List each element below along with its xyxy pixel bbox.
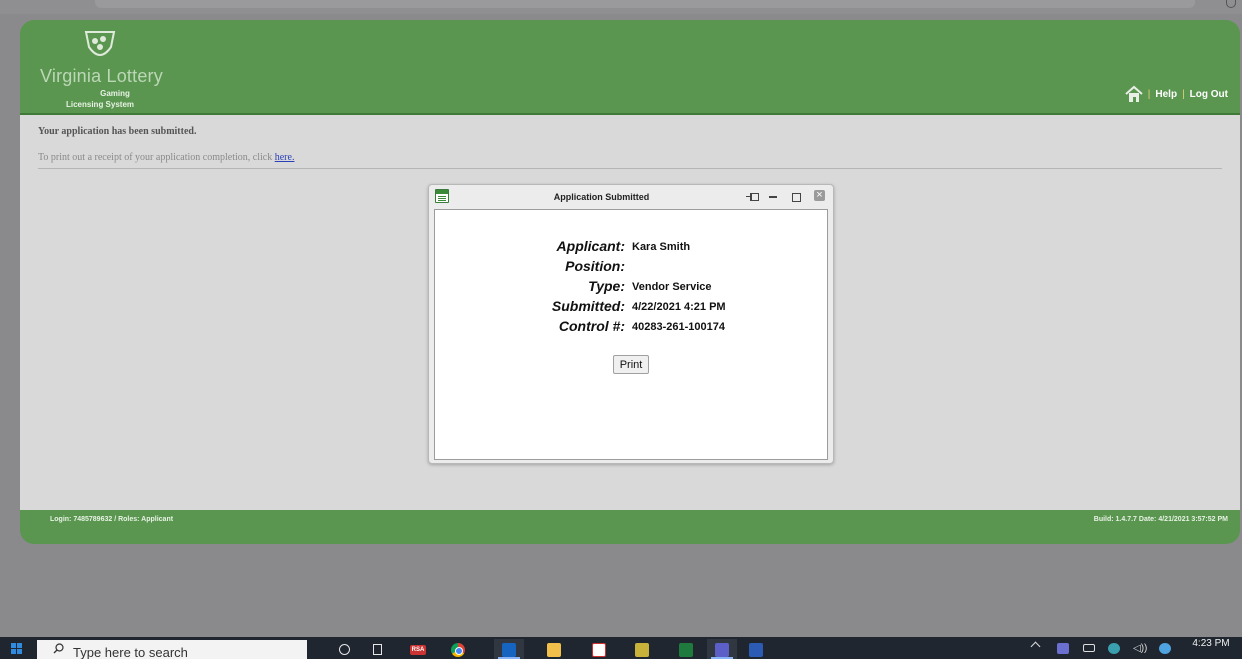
header-nav: | Help | Log Out <box>1125 84 1228 104</box>
profile-icon[interactable] <box>1226 0 1236 8</box>
pin-icon[interactable] <box>746 191 759 203</box>
brand-subtitle-gaming: Gaming <box>100 89 130 98</box>
submitted-row: Submitted: 4/22/2021 4:21 PM <box>435 298 829 318</box>
excel-icon[interactable] <box>671 639 701 659</box>
login-info: Login: 7485789632 / Roles: Applicant <box>50 516 174 523</box>
home-icon[interactable] <box>1125 85 1143 103</box>
network-icon[interactable] <box>1108 643 1120 654</box>
cortana-icon[interactable] <box>329 639 359 659</box>
system-tray: ◁)) 4:23 PM <box>1012 637 1242 659</box>
receipt-text: To print out a receipt of your applicati… <box>38 152 273 163</box>
control-number-value: 40283-261-100174 <box>632 321 725 333</box>
lottery-logo-icon <box>84 31 116 56</box>
receipt-instruction: To print out a receipt of your applicati… <box>38 152 294 163</box>
outlook-icon[interactable] <box>494 639 524 659</box>
taskbar-clock[interactable]: 4:23 PM <box>1182 638 1240 649</box>
applicant-row: Applicant: Kara Smith <box>435 238 829 258</box>
receipt-here-link[interactable]: here. <box>275 152 295 163</box>
print-button[interactable]: Print <box>613 355 649 374</box>
dialog-body: Applicant: Kara Smith Position: Type: Ve… <box>434 209 828 460</box>
close-icon[interactable] <box>814 190 826 203</box>
chrome-icon[interactable] <box>443 639 473 659</box>
onedrive-icon[interactable] <box>1159 643 1171 654</box>
file-explorer-icon[interactable] <box>539 639 569 659</box>
applicant-value: Kara Smith <box>632 241 691 253</box>
submitted-value: 4/22/2021 4:21 PM <box>632 301 726 313</box>
divider <box>38 168 1222 169</box>
taskbar-search-box[interactable]: Type here to search <box>37 640 307 659</box>
type-value: Vendor Service <box>632 281 712 293</box>
windows-taskbar: Type here to search RSA ◁)) 4:23 PM <box>0 637 1242 659</box>
brand-subtitle-system: Licensing System <box>65 100 135 109</box>
address-bar[interactable] <box>95 0 1195 8</box>
minimize-icon[interactable] <box>768 191 780 203</box>
logout-link[interactable]: Log Out <box>1190 89 1228 100</box>
control-number-label: Control #: <box>558 318 625 334</box>
submitted-label: Submitted: <box>551 298 625 314</box>
application-submitted-dialog: Application Submitted Applicant: Kara Sm… <box>428 184 834 464</box>
position-label: Position: <box>565 258 625 274</box>
brand-name: Virginia Lottery <box>40 66 163 86</box>
help-link[interactable]: Help <box>1155 89 1177 100</box>
submitted-message: Your application has been submitted. <box>38 126 197 137</box>
battery-icon[interactable] <box>1083 644 1095 652</box>
teams-tray-icon[interactable] <box>1057 643 1069 654</box>
acrobat-icon[interactable] <box>584 639 614 659</box>
browser-top-strip <box>0 0 1242 14</box>
word-icon[interactable] <box>741 639 771 659</box>
maximize-icon[interactable] <box>790 191 802 203</box>
build-info: Build: 1.4.7.7 Date: 4/21/2021 3:57:52 P… <box>1093 516 1228 523</box>
tray-overflow-chevron-icon[interactable] <box>1030 641 1041 652</box>
nav-separator: | <box>1147 88 1151 100</box>
dialog-titlebar[interactable]: Application Submitted <box>429 185 833 209</box>
teams-icon[interactable] <box>707 639 737 659</box>
rsa-icon[interactable]: RSA <box>402 639 432 659</box>
search-icon <box>53 643 64 654</box>
task-view-icon[interactable] <box>364 639 394 659</box>
dialog-title: Application Submitted <box>553 192 650 202</box>
search-placeholder: Type here to search <box>73 645 188 659</box>
nav-separator: | <box>1182 88 1185 100</box>
app-footer: Login: 7485789632 / Roles: Applicant Bui… <box>20 510 1240 544</box>
windows-start-icon[interactable] <box>11 643 23 655</box>
type-row: Type: Vendor Service <box>435 278 829 298</box>
type-label: Type: <box>588 278 625 294</box>
position-row: Position: <box>435 258 829 278</box>
volume-icon[interactable]: ◁)) <box>1133 643 1151 654</box>
notes-icon[interactable] <box>627 639 657 659</box>
app-header: Virginia Lottery Gaming Licensing System… <box>20 20 1240 115</box>
applicant-label: Applicant: <box>556 238 625 254</box>
rsa-label: RSA <box>410 645 426 655</box>
control-number-row: Control #: 40283-261-100174 <box>435 318 829 338</box>
